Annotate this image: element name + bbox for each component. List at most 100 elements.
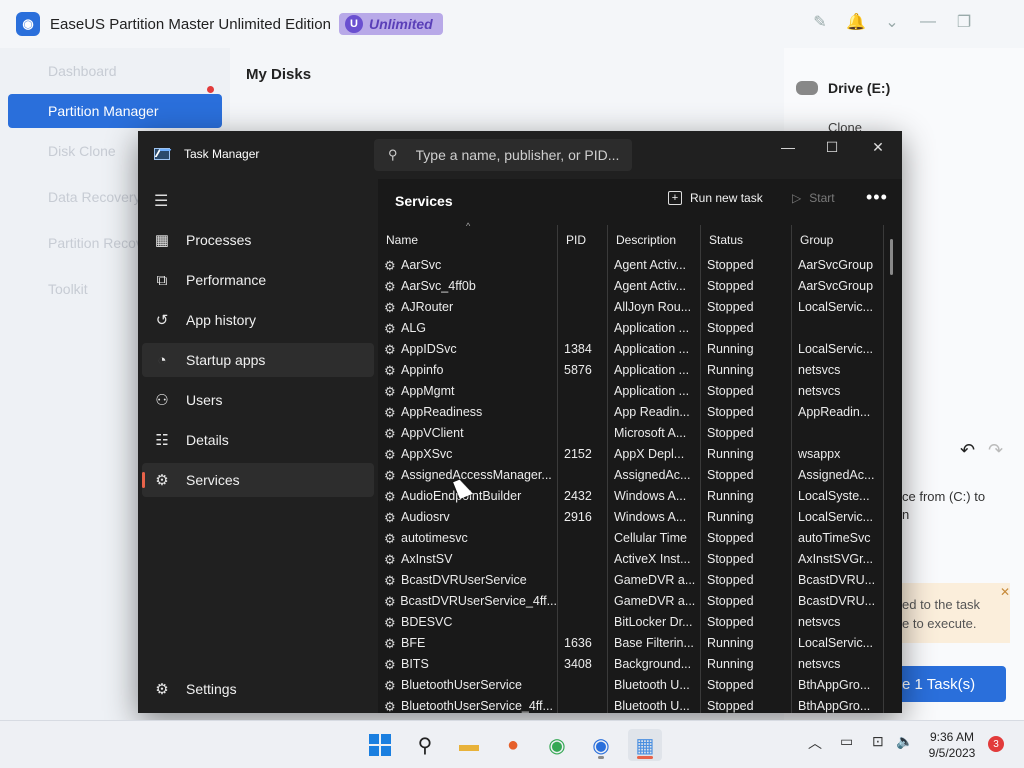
run-new-task-button[interactable]: + Run new task [668, 191, 763, 205]
bg-sidebar-item-partition-manager[interactable]: Partition Manager [8, 94, 222, 128]
firefox-icon[interactable]: ● [496, 729, 530, 761]
clock-time: 9:36 AM [929, 730, 975, 744]
minimize-icon[interactable]: — [918, 12, 938, 32]
table-row[interactable]: ⚙ Appinfo 5876 Application ... Running netsvc… [378, 360, 884, 381]
table-row[interactable]: ⚙ AarSvc Agent Activ... Stopped AarSvcGroup [378, 255, 884, 276]
search-taskbar-icon[interactable]: ⚲ [408, 729, 442, 761]
execute-task-button[interactable]: e 1 Task(s) [902, 666, 1006, 702]
column-header-pid[interactable]: PID [558, 225, 608, 255]
run-task-icon: + [668, 191, 682, 205]
cell-pid [558, 612, 608, 633]
battery-icon[interactable]: ▭ [840, 733, 853, 750]
search-box[interactable]: ⚲ [374, 139, 632, 171]
hamburger-menu-icon[interactable]: ☰ [154, 191, 170, 211]
table-row[interactable]: ⚙ AppXSvc 2152 AppX Depl... Running wsappx [378, 444, 884, 465]
table-row[interactable]: ⚙ AppVClient Microsoft A... Stopped [378, 423, 884, 444]
chrome-icon[interactable]: ◉ [540, 729, 574, 761]
volume-icon[interactable]: 🔈 [896, 733, 913, 750]
maximize-button[interactable]: ☐ [810, 135, 854, 159]
bg-sidebar-item-dashboard[interactable]: Dashboard [0, 48, 230, 94]
start-menu-button[interactable] [363, 729, 397, 761]
cell-name: ⚙ BluetoothUserService [378, 675, 558, 696]
scrollbar-thumb[interactable] [890, 239, 893, 275]
file-explorer-icon[interactable]: ▬ [452, 729, 486, 761]
processes-icon: ▦ [154, 232, 170, 249]
table-row[interactable]: ⚙ AudioEndpointBuilder 2432 Windows A... Run… [378, 486, 884, 507]
table-row[interactable]: ⚙ BFE 1636 Base Filterin... Running LocalServ… [378, 633, 884, 654]
table-row[interactable]: ⚙ BluetoothUserService Bluetooth U... Stopp… [378, 675, 884, 696]
table-row[interactable]: ⚙ AJRouter AllJoyn Rou... Stopped LocalServi… [378, 297, 884, 318]
close-button[interactable]: ✕ [856, 135, 900, 159]
cell-description: Agent Activ... [608, 276, 701, 297]
cell-name: ⚙ autotimesvc [378, 528, 558, 549]
nav-item-services[interactable]: ⚙ Services [142, 463, 374, 497]
column-header-description[interactable]: Description [608, 225, 701, 255]
service-name: BcastDVRUserService_4ff... [400, 594, 557, 608]
service-name: BcastDVRUserService [401, 573, 527, 587]
cell-name: ⚙ AarSvc [378, 255, 558, 276]
task-manager-taskbar-icon[interactable]: ▦ [628, 729, 662, 761]
table-row[interactable]: ⚙ BDESVC BitLocker Dr... Stopped netsvcs [378, 612, 884, 633]
close-icon[interactable]: ✕ [1000, 583, 1010, 602]
nav-item-users[interactable]: ⚇ Users [142, 383, 374, 417]
cell-description: GameDVR a... [608, 591, 701, 612]
task-note-text: ed to the task e to execute. [902, 597, 981, 631]
start-button[interactable]: ▷ Start [792, 191, 835, 205]
table-row[interactable]: ⚙ Audiosrv 2916 Windows A... Running LocalSer… [378, 507, 884, 528]
service-name: BDESVC [401, 615, 453, 629]
service-name: BluetoothUserService_4ff... [401, 699, 553, 713]
task-manager-title: Task Manager [154, 147, 259, 161]
show-hidden-icons-chevron-icon[interactable]: ︿ [808, 733, 822, 753]
cell-group: LocalServic... [792, 339, 884, 360]
nav-item-processes[interactable]: ▦ Processes [142, 223, 374, 257]
table-row[interactable]: ⚙ AppIDSvc 1384 Application ... Running Local… [378, 339, 884, 360]
table-row[interactable]: ⚙ AarSvc_4ff0b Agent Activ... Stopped AarSvc… [378, 276, 884, 297]
network-icon[interactable]: ⊡ [872, 733, 884, 750]
cell-pid: 2432 [558, 486, 608, 507]
nav-item-app-history[interactable]: ↺ App history [142, 303, 374, 337]
feedback-icon[interactable]: ✎ [810, 12, 830, 32]
table-row[interactable]: ⚙ autotimesvc Cellular Time Stopped autoTime… [378, 528, 884, 549]
table-row[interactable]: ⚙ AppMgmt Application ... Stopped netsvcs [378, 381, 884, 402]
table-row[interactable]: ⚙ AppReadiness App Readin... Stopped AppRead… [378, 402, 884, 423]
app-history-icon: ↺ [155, 312, 169, 329]
restore-icon[interactable]: ❐ [954, 12, 974, 32]
undo-icon[interactable]: ↶ [960, 440, 975, 461]
table-row[interactable]: ⚙ BcastDVRUserService GameDVR a... Stopped B… [378, 570, 884, 591]
nav-item-details[interactable]: ☷ Details [142, 423, 374, 457]
service-name: AppIDSvc [401, 342, 457, 356]
cell-name: ⚙ BcastDVRUserService [378, 570, 558, 591]
bell-icon[interactable]: 🔔 [846, 12, 866, 32]
nav-item-performance[interactable]: ⧉ Performance [142, 263, 374, 297]
table-row[interactable]: ⚙ BITS 3408 Background... Running netsvcs [378, 654, 884, 675]
cell-group: LocalSyste... [792, 486, 884, 507]
column-header-status[interactable]: Status [701, 225, 792, 255]
nav-item-startup-apps[interactable]: ◔ Startup apps [142, 343, 374, 377]
cell-pid: 2916 [558, 507, 608, 528]
services-content: Services + Run new task ▷ Start ••• ^ Na… [378, 179, 902, 713]
table-row[interactable]: ⚙ BluetoothUserService_4ff... Bluetooth U.… [378, 696, 884, 713]
cell-group: AssignedAc... [792, 465, 884, 486]
cell-name: ⚙ Appinfo [378, 360, 558, 381]
notification-badge[interactable]: 3 [988, 736, 1004, 752]
cell-status: Running [701, 486, 792, 507]
nav-item-settings[interactable]: ⚙ Settings [142, 672, 374, 706]
cell-description: App Readin... [608, 402, 701, 423]
task-note: ed to the task e to execute. ✕ [902, 583, 1010, 643]
column-header-group[interactable]: Group [792, 225, 884, 255]
cell-group: AxInstSVGr... [792, 549, 884, 570]
table-row[interactable]: ⚙ AxInstSV ActiveX Inst... Stopped AxInstSVG… [378, 549, 884, 570]
minimize-button[interactable]: — [766, 135, 810, 159]
search-input[interactable] [415, 147, 626, 163]
table-row[interactable]: ⚙ BcastDVRUserService_4ff... GameDVR a... S… [378, 591, 884, 612]
dropdown-icon[interactable]: ⌄ [882, 12, 902, 32]
cell-status: Stopped [701, 381, 792, 402]
redo-icon[interactable]: ↷ [988, 440, 1003, 461]
more-options-icon[interactable]: ••• [866, 187, 888, 208]
cell-status: Stopped [701, 570, 792, 591]
easeus-taskbar-icon[interactable]: ◉ [584, 729, 618, 761]
cell-description: Background... [608, 654, 701, 675]
clock[interactable]: 9:36 AM 9/5/2023 [920, 729, 984, 761]
table-row[interactable]: ⚙ ALG Application ... Stopped [378, 318, 884, 339]
service-gear-icon: ⚙ [384, 468, 396, 483]
